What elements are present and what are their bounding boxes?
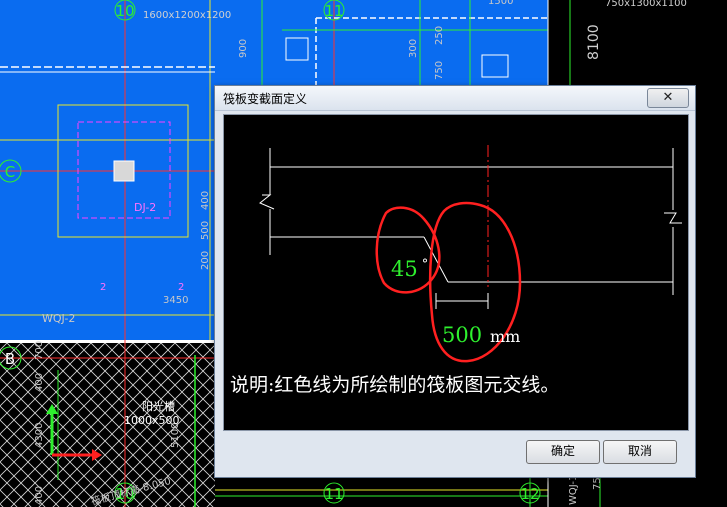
raft-section-dialog: 筏板变截面定义 ✕ 45 ° 500 mm 说明:红色线为所绘制的筏板图元交线。… xyxy=(214,85,696,478)
grid-label: 11 xyxy=(324,2,343,20)
dimension-text: 4300 xyxy=(34,423,45,448)
distance-input[interactable]: 500 xyxy=(442,323,482,347)
degree-symbol: ° xyxy=(421,257,429,272)
beam-size: 1000x500 xyxy=(124,414,180,427)
dimension-text: 500 xyxy=(200,221,211,240)
section-preview: 45 ° 500 mm 说明:红色线为所绘制的筏板图元交线。 xyxy=(223,114,689,431)
dimension-text: 1500 xyxy=(488,0,513,7)
dimension-text: 2 xyxy=(178,282,184,293)
dimension-text: 400 xyxy=(34,373,45,392)
dialog-titlebar[interactable]: 筏板变截面定义 ✕ xyxy=(215,86,695,111)
grid-label: 12 xyxy=(520,485,539,503)
angle-input[interactable]: 45 ° xyxy=(391,257,428,281)
hatched-region xyxy=(0,340,215,507)
grid-label: 11 xyxy=(324,485,343,503)
dimension-text: 400 xyxy=(200,191,211,210)
close-button[interactable]: ✕ xyxy=(647,88,689,108)
column-square xyxy=(113,160,135,182)
dialog-title: 筏板变截面定义 xyxy=(223,92,308,106)
note-text: 说明:红色线为所绘制的筏板图元交线。 xyxy=(230,374,560,396)
footing-label: DJ-2 xyxy=(134,201,156,214)
close-icon: ✕ xyxy=(662,90,674,105)
dimension-text: 700 xyxy=(34,341,45,360)
dimension-text: 200 xyxy=(200,251,211,270)
dimension-text: 400 xyxy=(34,486,45,505)
dimension-text: 3450 xyxy=(163,295,188,306)
dimension-text: 8100 xyxy=(586,24,602,60)
dimension-text: 1600x1200x1200 xyxy=(143,10,231,21)
dimension-text: 900 xyxy=(238,39,249,58)
beam-label: 阳光槽 xyxy=(142,399,175,413)
grid-label: 10 xyxy=(115,2,134,20)
dimension-text: 300 xyxy=(408,39,419,58)
wall-label: WQJ-2 xyxy=(42,312,75,325)
grid-label: B xyxy=(5,350,15,368)
unit-label: mm xyxy=(490,327,521,346)
dimension-text: 750 xyxy=(434,61,445,80)
grid-label: C xyxy=(5,163,15,181)
cancel-button[interactable]: 取消 xyxy=(603,440,677,464)
wall-label: WQJ-1 xyxy=(568,475,579,505)
dimension-text: 250 xyxy=(434,26,445,45)
dimension-text: 750x1300x1100 xyxy=(605,0,687,9)
ok-button[interactable]: 确定 xyxy=(526,440,600,464)
dimension-text: 2 xyxy=(100,282,106,293)
